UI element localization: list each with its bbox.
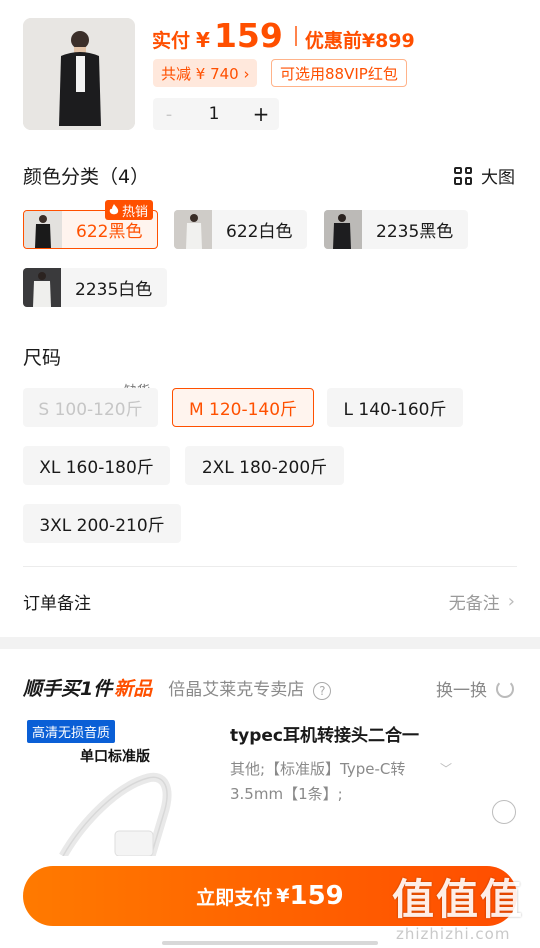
- upsell-new-label: 新品: [114, 678, 153, 700]
- help-icon[interactable]: ?: [313, 682, 332, 700]
- big-view-button[interactable]: 大图: [454, 163, 515, 188]
- size-option-xl[interactable]: XL 160-180斤: [23, 446, 170, 485]
- size-option-3xl[interactable]: 3XL 200-210斤: [23, 504, 181, 543]
- upsell-title: 顺手买1件: [23, 678, 113, 700]
- pay-label: 立即支付: [196, 886, 273, 909]
- price-currency: ¥: [196, 28, 210, 52]
- color-option-label: 2235白色: [75, 280, 153, 300]
- grid-view-icon: [454, 166, 472, 185]
- size-section-title: 尺码: [23, 347, 62, 369]
- watermark-logo: 值值值: [392, 875, 525, 924]
- color-swatch-image: [324, 210, 362, 249]
- quantity-plus-button[interactable]: +: [243, 102, 279, 126]
- color-option-label: 622黑色: [76, 222, 143, 242]
- upsell-product-spec[interactable]: 其他;【标准版】Type-C转 3.5mm【1条】;: [230, 757, 460, 807]
- version-tag: 单口标准版: [80, 749, 150, 765]
- refresh-icon: [496, 679, 514, 698]
- upsell-product-title[interactable]: typec耳机转接头二合一: [230, 721, 419, 746]
- swap-button[interactable]: 换一换: [436, 676, 514, 701]
- color-option-label: 622白色: [226, 222, 293, 242]
- swap-label: 换一换: [436, 681, 487, 701]
- upsell-select-radio[interactable]: [492, 800, 516, 824]
- section-divider: [23, 566, 517, 567]
- color-option-label: 2235黑色: [376, 222, 454, 242]
- color-option-2235-black[interactable]: 2235黑色: [324, 210, 469, 249]
- size-option-m[interactable]: M 120-140斤: [172, 388, 314, 427]
- color-section-title: 颜色分类（4）: [23, 166, 150, 188]
- color-swatch-image: [23, 268, 61, 307]
- price-label: 实付: [152, 30, 191, 52]
- hot-sale-badge: 热销: [105, 200, 154, 220]
- discount-detail-chip[interactable]: 共减 ¥ 740 ›: [153, 59, 258, 87]
- price-row: 实付 ¥ 159 优惠前 ¥899: [152, 16, 415, 55]
- size-option-s: S 100-120斤: [23, 388, 158, 427]
- big-view-label: 大图: [481, 168, 515, 188]
- color-option-622-white[interactable]: 622白色: [174, 210, 308, 249]
- order-note-field[interactable]: 无备注 ›: [449, 589, 515, 614]
- order-note-label: 订单备注: [23, 594, 91, 614]
- upsell-product-image[interactable]: 高清无损音质 单口标准版: [23, 716, 193, 856]
- color-swatch-image: [174, 210, 212, 249]
- flame-icon: [109, 204, 119, 215]
- upsell-header: 顺手买1件 新品 倍晶艾莱克专卖店 ?: [23, 674, 332, 701]
- original-price: ¥899: [361, 30, 415, 52]
- chevron-right-icon: ›: [507, 591, 515, 612]
- quality-tag: 高清无损音质: [27, 720, 116, 743]
- price-value: 159: [213, 16, 283, 55]
- pay-amount: 159: [289, 881, 344, 911]
- color-swatch-image: [24, 211, 62, 248]
- watermark-url: zhizhizhi.com: [396, 925, 511, 943]
- chevron-down-icon: ﹀: [440, 762, 453, 776]
- hot-sale-label: 热销: [122, 204, 149, 220]
- price-separator: [294, 25, 297, 46]
- quantity-stepper: - 1 +: [153, 98, 279, 130]
- size-option-l[interactable]: L 140-160斤: [327, 388, 463, 427]
- upsell-store-name[interactable]: 倍晶艾莱克专卖店: [168, 675, 304, 700]
- original-label: 优惠前: [304, 30, 362, 52]
- order-note-value: 无备注: [448, 594, 500, 614]
- vip-redpacket-chip[interactable]: 可选用88VIP红包: [271, 59, 407, 87]
- quantity-minus-button[interactable]: -: [153, 104, 185, 125]
- pay-currency: ¥: [276, 885, 290, 907]
- section-gap: [0, 637, 540, 649]
- quantity-value[interactable]: 1: [185, 104, 243, 124]
- product-thumbnail[interactable]: [23, 18, 135, 130]
- spec-text: 其他;【标准版】Type-C转 3.5mm【1条】;: [230, 760, 406, 803]
- color-option-2235-white[interactable]: 2235白色: [23, 268, 168, 307]
- home-indicator: [162, 941, 378, 945]
- size-option-2xl[interactable]: 2XL 180-200斤: [185, 446, 344, 485]
